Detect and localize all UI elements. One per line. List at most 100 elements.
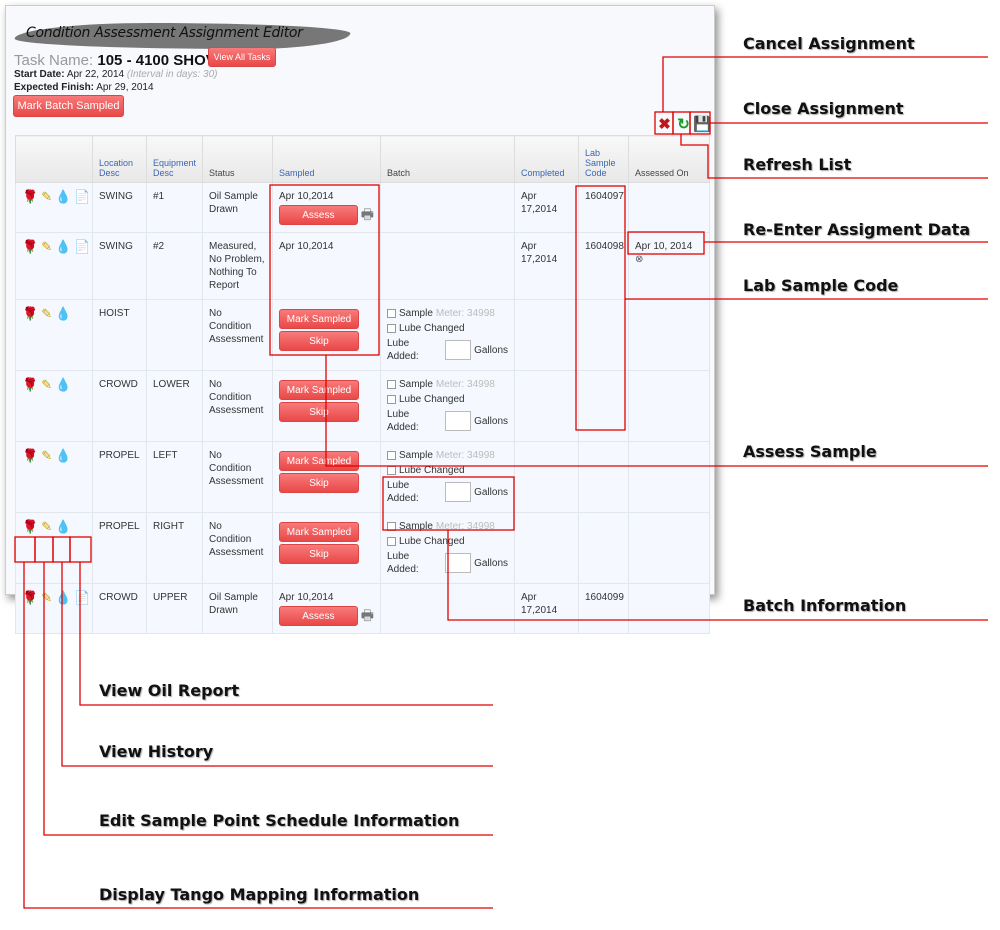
skip-button[interactable]: Skip — [279, 331, 359, 351]
assessed-on-cell — [628, 182, 710, 233]
annotation-close: Close Assignment — [743, 99, 904, 118]
annotation-oil-report: View Oil Report — [99, 681, 240, 700]
sample-checkbox[interactable] — [387, 309, 396, 318]
sample-checkbox[interactable] — [387, 380, 396, 389]
table-row: 🌹 ✎ 💧 📄 SWING #2 Measured, No Problem, Nothing… — [15, 232, 710, 300]
location-cell: HOIST — [92, 299, 147, 371]
status-cell: No Condition Assessment — [202, 370, 273, 442]
assessed-on-cell: Apr 10, 2014 ⊗ — [628, 232, 710, 300]
tango-mapping-icon[interactable]: 🌹 — [22, 520, 38, 533]
table-row: 🌹 ✎ 💧 PROPEL RIGHT No Condition Assessment Mar… — [15, 512, 710, 584]
edit-schedule-icon[interactable]: ✎ — [41, 378, 52, 391]
printer-icon[interactable]: 🖶 — [361, 608, 374, 622]
lube-changed-checkbox[interactable] — [387, 395, 396, 404]
edit-schedule-icon[interactable]: ✎ — [41, 520, 52, 533]
tango-mapping-icon[interactable]: 🌹 — [22, 307, 38, 320]
table-row: 🌹 ✎ 💧 PROPEL LEFT No Condition Assessment Mark… — [15, 441, 710, 513]
lube-added-input[interactable] — [444, 482, 472, 502]
history-icon[interactable]: 💧 — [55, 449, 71, 462]
assess-button[interactable]: Assess — [279, 205, 358, 225]
refresh-icon[interactable]: ↻ — [675, 114, 692, 134]
completed-cell: Apr 17,2014 — [514, 232, 579, 300]
column-header[interactable]: Sampled — [272, 135, 381, 183]
status-cell: Measured, No Problem, Nothing To Report — [202, 232, 273, 300]
column-header[interactable]: Location Desc — [92, 135, 147, 183]
mark-sampled-button[interactable]: Mark Sampled — [279, 522, 359, 542]
tango-mapping-icon[interactable]: 🌹 — [22, 449, 38, 462]
annotation-batch: Batch Information — [743, 596, 907, 615]
skip-button[interactable]: Skip — [279, 402, 359, 422]
column-header — [15, 135, 93, 183]
location-cell: SWING — [92, 232, 147, 300]
history-icon[interactable]: 💧 — [55, 520, 71, 533]
batch-cell — [380, 182, 515, 233]
oil-report-icon[interactable]: 📄 — [74, 190, 90, 203]
mark-sampled-button[interactable]: Mark Sampled — [279, 380, 359, 400]
tango-mapping-icon[interactable]: 🌹 — [22, 240, 38, 253]
lab-code-cell: 1604097 — [578, 182, 629, 233]
history-icon[interactable]: 💧 — [55, 240, 71, 253]
printer-icon[interactable]: 🖶 — [361, 207, 374, 221]
clear-assessment-icon[interactable]: ⊗ — [635, 254, 643, 265]
lube-changed-checkbox[interactable] — [387, 324, 396, 333]
location-cell: PROPEL — [92, 441, 147, 513]
save-icon[interactable]: 💾 — [693, 114, 712, 134]
equipment-cell: LEFT — [146, 441, 203, 513]
edit-schedule-icon[interactable]: ✎ — [41, 190, 52, 203]
lube-changed-checkbox[interactable] — [387, 466, 396, 475]
status-cell: No Condition Assessment — [202, 512, 273, 584]
oil-report-icon[interactable]: 📄 — [74, 591, 90, 604]
sampled-cell: Mark Sampled Skip — [272, 512, 381, 584]
location-cell: CROWD — [92, 583, 147, 634]
history-icon[interactable]: 💧 — [55, 307, 71, 320]
mark-batch-sampled-button[interactable]: Mark Batch Sampled — [13, 95, 124, 117]
lube-added-input[interactable] — [444, 340, 472, 360]
row-icons: 🌹 ✎ 💧 — [15, 299, 93, 371]
tango-mapping-icon[interactable]: 🌹 — [22, 190, 38, 203]
lube-added-input[interactable] — [444, 553, 472, 573]
history-icon[interactable]: 💧 — [55, 591, 71, 604]
edit-schedule-icon[interactable]: ✎ — [41, 591, 52, 604]
skip-button[interactable]: Skip — [279, 544, 359, 564]
assessed-on-cell — [628, 370, 710, 442]
mark-sampled-button[interactable]: Mark Sampled — [279, 309, 359, 329]
assess-button[interactable]: Assess — [279, 606, 358, 626]
edit-schedule-icon[interactable]: ✎ — [41, 307, 52, 320]
lube-added-input[interactable] — [444, 411, 472, 431]
batch-cell: Sample Meter: 34998 Lube Changed Lube Adde… — [380, 512, 515, 584]
view-all-tasks-button[interactable]: View All Tasks — [208, 47, 276, 67]
completed-cell — [514, 299, 579, 371]
lube-changed-checkbox[interactable] — [387, 537, 396, 546]
column-header[interactable]: Lab Sample Code — [578, 135, 629, 183]
skip-button[interactable]: Skip — [279, 473, 359, 493]
column-header: Batch — [380, 135, 515, 183]
column-header[interactable]: Equipment Desc — [146, 135, 203, 183]
equipment-cell: RIGHT — [146, 512, 203, 584]
start-date: Start Date: Apr 22, 2014 (Interval in da… — [14, 69, 218, 80]
annotation-history: View History — [99, 742, 214, 761]
history-icon[interactable]: 💧 — [55, 378, 71, 391]
row-icons: 🌹 ✎ 💧 📄 — [15, 583, 93, 634]
sample-checkbox[interactable] — [387, 451, 396, 460]
annotation-tango: Display Tango Mapping Information — [99, 885, 420, 904]
batch-cell: Sample Meter: 34998 Lube Changed Lube Adde… — [380, 370, 515, 442]
annotation-refresh: Refresh List — [743, 155, 852, 174]
edit-schedule-icon[interactable]: ✎ — [41, 449, 52, 462]
annotation-assess: Assess Sample — [743, 442, 877, 461]
assessed-on-cell — [628, 441, 710, 513]
column-header[interactable]: Completed — [514, 135, 579, 183]
location-cell: CROWD — [92, 370, 147, 442]
mark-sampled-button[interactable]: Mark Sampled — [279, 451, 359, 471]
completed-cell — [514, 441, 579, 513]
lab-code-cell — [578, 370, 629, 442]
edit-schedule-icon[interactable]: ✎ — [41, 240, 52, 253]
table-row: 🌹 ✎ 💧 CROWD LOWER No Condition Assessment Mark… — [15, 370, 710, 442]
tango-mapping-icon[interactable]: 🌹 — [22, 591, 38, 604]
editor-panel: Condition Assessment Assignment Editor T… — [5, 5, 715, 634]
sample-checkbox[interactable] — [387, 522, 396, 531]
cancel-icon[interactable]: ✖ — [656, 114, 673, 134]
lab-code-cell — [578, 441, 629, 513]
oil-report-icon[interactable]: 📄 — [74, 240, 90, 253]
history-icon[interactable]: 💧 — [55, 190, 71, 203]
tango-mapping-icon[interactable]: 🌹 — [22, 378, 38, 391]
